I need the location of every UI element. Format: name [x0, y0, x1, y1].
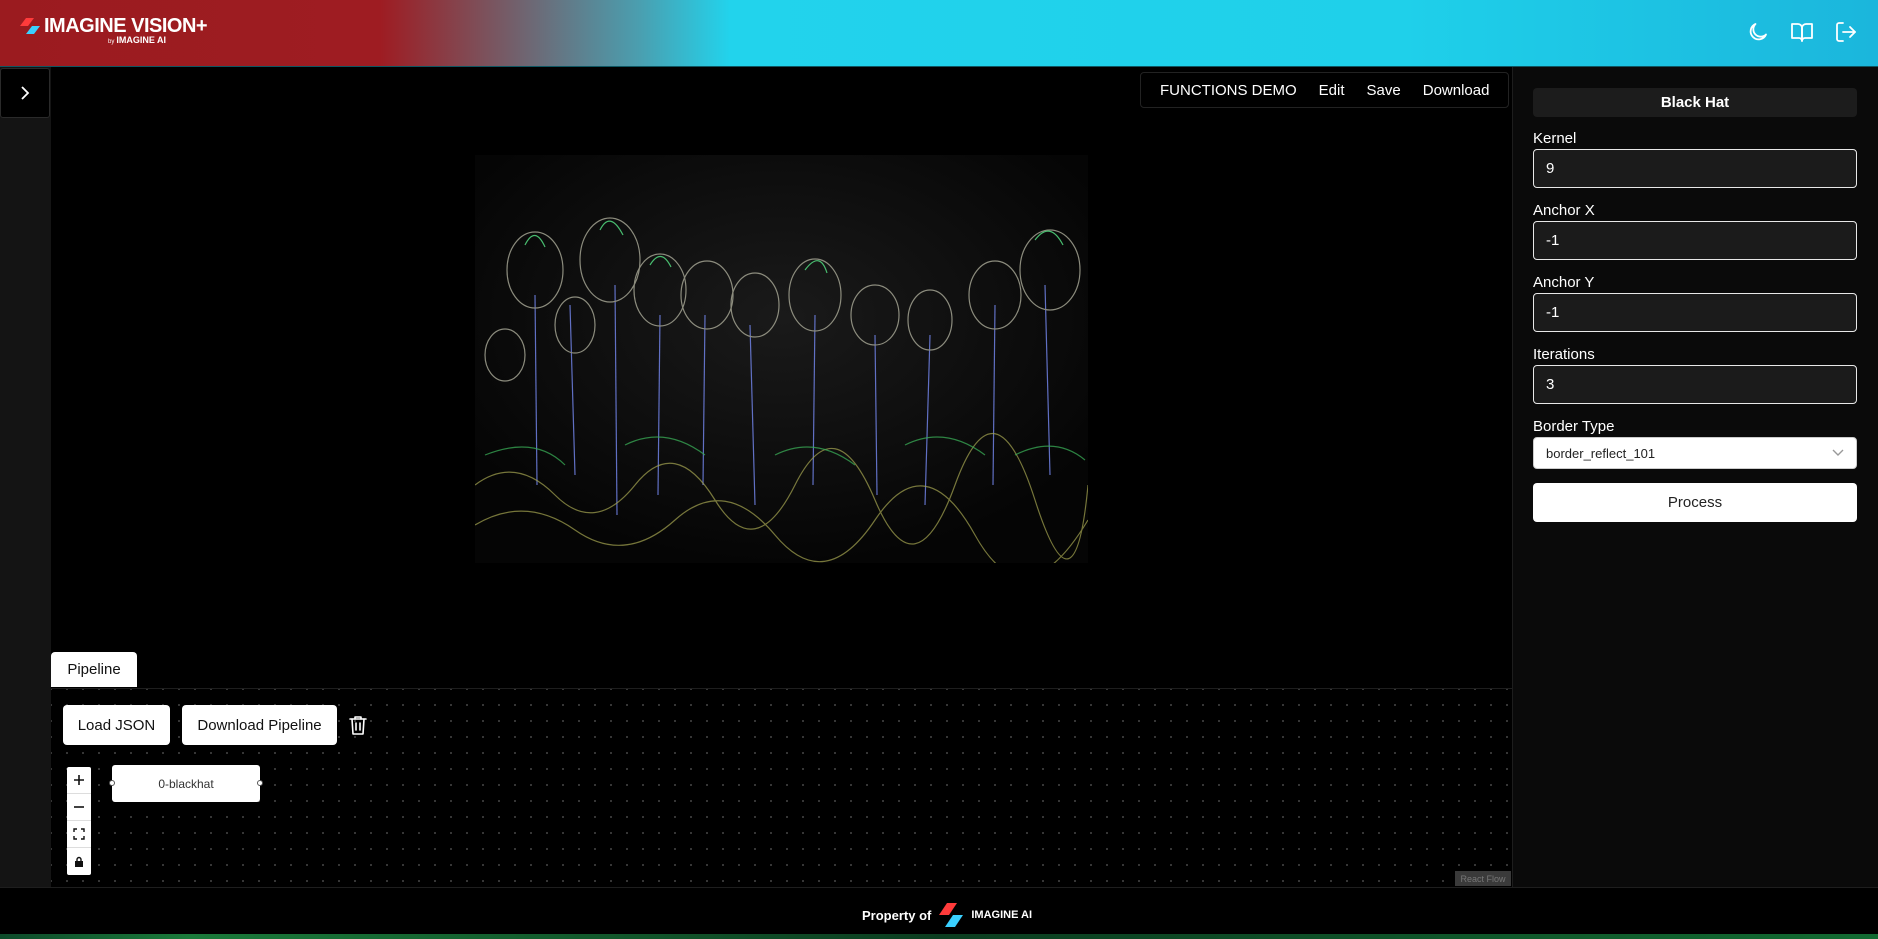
flow-controls	[67, 767, 91, 875]
moon-icon[interactable]	[1746, 20, 1770, 44]
node-output-handle[interactable]	[257, 780, 263, 786]
footer-logo-icon	[939, 903, 964, 927]
iterations-field[interactable]	[1533, 365, 1857, 404]
book-icon[interactable]	[1790, 20, 1814, 44]
save-menu[interactable]: Save	[1356, 82, 1412, 99]
download-pipeline-button[interactable]: Download Pipeline	[182, 705, 337, 745]
fit-view-icon[interactable]	[67, 821, 91, 848]
logo-subtitle: by IMAGINE AI	[108, 35, 166, 45]
menu-bar: FUNCTIONS DEMO Edit Save Download	[1140, 72, 1510, 108]
panel-title: Black Hat	[1533, 88, 1857, 117]
border-type-label: Border Type	[1533, 418, 1615, 435]
anchor-y-field[interactable]	[1533, 293, 1857, 332]
lock-icon[interactable]	[67, 848, 91, 875]
edit-menu[interactable]: Edit	[1308, 82, 1356, 99]
app-header: IMAGINE VISION+ by IMAGINE AI	[0, 0, 1878, 67]
anchor-x-label: Anchor X	[1533, 202, 1595, 219]
zoom-out-icon[interactable]	[67, 794, 91, 821]
kernel-field[interactable]	[1533, 149, 1857, 188]
tab-pipeline[interactable]: Pipeline	[51, 652, 137, 687]
chevron-down-icon	[1832, 449, 1844, 456]
pipeline-node[interactable]: 0-blackhat	[109, 765, 263, 802]
trash-icon[interactable]	[348, 714, 368, 736]
node-label: 0-blackhat	[158, 776, 214, 791]
border-type-value: border_reflect_101	[1546, 445, 1656, 461]
logo-mark-icon	[20, 18, 40, 34]
anchor-y-label: Anchor Y	[1533, 274, 1595, 291]
processed-image-graphic	[475, 155, 1088, 563]
react-flow-attribution[interactable]: React Flow	[1455, 871, 1511, 886]
footer-logo-text: IMAGINE AI	[971, 909, 1033, 921]
border-type-select[interactable]: border_reflect_101	[1533, 437, 1857, 469]
kernel-label: Kernel	[1533, 130, 1577, 147]
left-sidebar-strip	[0, 67, 51, 887]
logout-icon[interactable]	[1834, 20, 1858, 44]
properties-panel	[1512, 67, 1878, 887]
logo-company: IMAGINE AI	[116, 35, 167, 45]
footer-property-text: Property of	[862, 907, 932, 923]
functions-demo-menu[interactable]: FUNCTIONS DEMO	[1149, 82, 1308, 99]
node-input-handle[interactable]	[109, 780, 115, 786]
download-menu[interactable]: Download	[1412, 82, 1501, 99]
processed-image	[475, 155, 1088, 563]
logo-by: by	[108, 39, 115, 45]
chevron-right-icon	[21, 86, 30, 100]
iterations-label: Iterations	[1533, 346, 1595, 363]
anchor-x-field[interactable]	[1533, 221, 1857, 260]
process-button[interactable]: Process	[1533, 483, 1857, 522]
expand-sidebar-button[interactable]	[0, 68, 50, 118]
load-json-button[interactable]: Load JSON	[63, 705, 170, 745]
app-footer: Property of IMAGINE AI	[0, 887, 1878, 939]
footer-accent-bar	[0, 934, 1878, 939]
zoom-in-icon[interactable]	[67, 767, 91, 794]
